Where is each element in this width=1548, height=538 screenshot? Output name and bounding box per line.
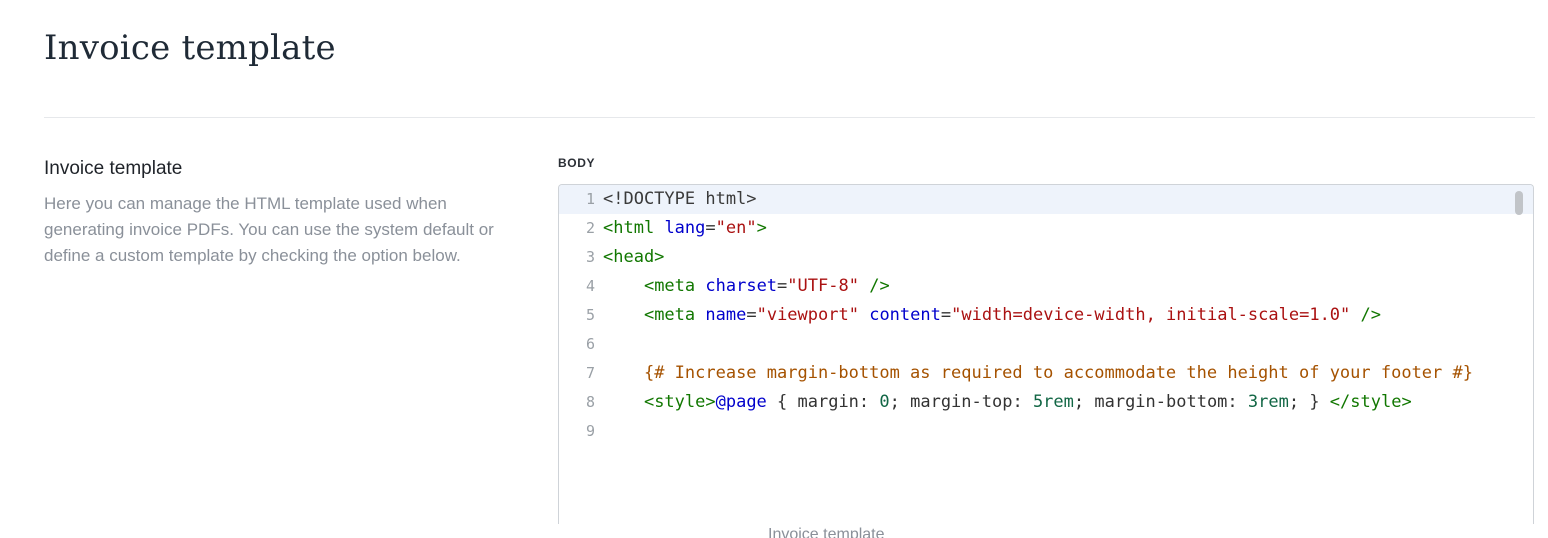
line-number: 6 [585,335,595,353]
code-text[interactable]: <style>@page { margin: 0; margin-top: 5r… [603,388,1533,417]
code-text[interactable]: {# Increase margin-bottom as required to… [603,359,1533,388]
line-number: 7 [585,364,595,382]
code-text[interactable]: <head> [603,243,1533,272]
code-token: <!DOCTYPE html> [603,189,757,209]
body-field-label: BODY [558,156,596,170]
code-text[interactable] [603,417,1533,446]
code-token: @page [715,392,767,412]
code-token: <head> [603,247,665,267]
code-token: </style> [1329,392,1412,412]
line-number: 5 [585,306,595,324]
bottom-caption: Invoice template [768,526,885,538]
code-token: charset [705,276,778,296]
code-token: 3rem [1247,392,1289,412]
code-line[interactable]: 3 <head> [559,243,1533,272]
code-token: = [705,218,716,238]
line-number: 9 [585,422,595,440]
code-line[interactable]: 6 [559,330,1533,359]
code-token: > [756,218,767,238]
code-token: "viewport" [756,305,859,325]
code-token: <style> [643,392,716,412]
code-token: <meta [643,276,696,296]
code-token: lang [664,218,706,238]
code-text[interactable]: <html lang="en"> [603,214,1533,243]
code-token: content [869,305,941,325]
code-editor[interactable]: 1 <!DOCTYPE html> 2 <html lang="en"> 3 <head>… [558,184,1534,524]
line-number: 4 [585,277,595,295]
code-line[interactable]: 5 <meta name="viewport" content="width=d… [559,301,1533,330]
line-number: 8 [585,393,595,411]
code-token: "en" [715,218,757,238]
scrollbar-thumb[interactable] [1515,191,1523,215]
line-number: 1 [585,190,595,208]
code-token: 0 [879,392,890,412]
code-token: {# Increase margin-bottom as required to… [643,363,1473,383]
code-text[interactable]: <meta charset="UTF-8" /> [603,272,1533,301]
code-token: <html [603,218,655,238]
code-line[interactable]: 8 <style>@page { margin: 0; margin-top: … [559,388,1533,417]
code-line[interactable]: 1 <!DOCTYPE html> [559,185,1533,214]
code-token: "UTF-8" [787,276,859,296]
divider [44,117,1535,118]
code-lines[interactable]: 1 <!DOCTYPE html> 2 <html lang="en"> 3 <head>… [559,185,1533,446]
code-token: { margin: [766,392,880,412]
code-line[interactable]: 2 <html lang="en"> [559,214,1533,243]
line-number: 3 [585,248,595,266]
code-text[interactable]: <!DOCTYPE html> [603,185,1533,214]
code-line[interactable]: 7 {# Increase margin-bottom as required … [559,359,1533,388]
code-text[interactable]: <meta name="viewport" content="width=dev… [603,301,1533,330]
code-token: /> [1360,305,1382,325]
code-token: <meta [643,305,696,325]
code-text[interactable] [603,330,1533,359]
section-title: Invoice template [44,158,183,179]
code-token: ; margin-bottom: [1073,392,1248,412]
code-token: name [705,305,747,325]
code-token: 5rem [1032,392,1074,412]
code-token: ; } [1288,392,1330,412]
code-token: "width=device-width, initial-scale=1.0" [951,305,1351,325]
section-description: Here you can manage the HTML template us… [44,194,494,265]
page-title: Invoice template [44,28,336,68]
code-token: /> [869,276,890,296]
code-token: = [777,276,788,296]
code-line[interactable]: 9 [559,417,1533,446]
code-line[interactable]: 4 <meta charset="UTF-8" /> [559,272,1533,301]
line-number: 2 [585,219,595,237]
code-token: = [940,305,952,325]
code-token: ; margin-top: [889,392,1033,412]
code-token: = [746,305,757,325]
